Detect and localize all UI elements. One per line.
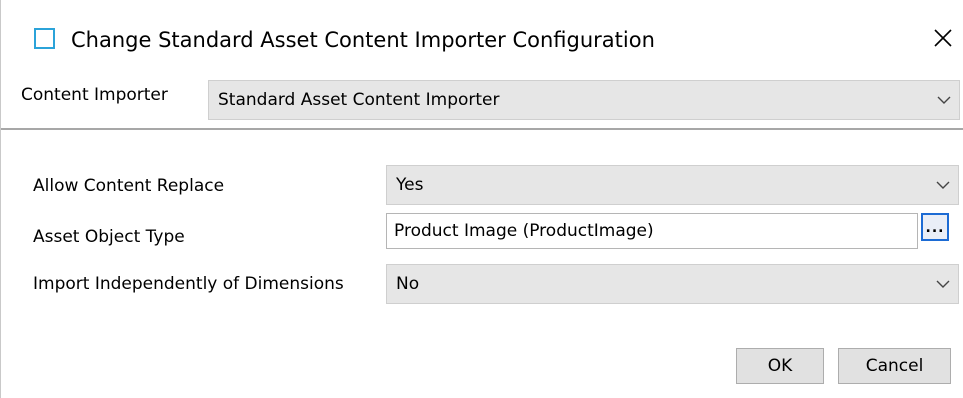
import-independently-value: No	[396, 274, 420, 294]
cancel-button[interactable]: Cancel	[838, 348, 951, 384]
dialog-window: Change Standard Asset Content Importer C…	[0, 0, 963, 398]
asset-object-type-value: Product Image (ProductImage)	[394, 221, 654, 241]
import-independently-select[interactable]: No	[386, 264, 959, 304]
asset-object-type-field[interactable]: Product Image (ProductImage)	[386, 213, 918, 249]
content-importer-value: Standard Asset Content Importer	[218, 90, 500, 110]
close-icon	[934, 29, 952, 47]
asset-object-type-label: Asset Object Type	[33, 227, 185, 247]
chevron-down-icon	[936, 280, 950, 290]
window-icon	[34, 28, 55, 49]
separator	[1, 128, 963, 131]
allow-content-replace-label: Allow Content Replace	[33, 176, 225, 196]
dialog-title: Change Standard Asset Content Importer C…	[71, 28, 655, 52]
ok-button[interactable]: OK	[736, 348, 824, 384]
import-independently-label: Import Independently of Dimensions	[33, 274, 344, 294]
title-bar: Change Standard Asset Content Importer C…	[1, 0, 963, 80]
browse-button-label: ...	[925, 220, 945, 236]
content-importer-select[interactable]: Standard Asset Content Importer	[208, 80, 960, 120]
cancel-button-label: Cancel	[865, 356, 924, 376]
allow-content-replace-select[interactable]: Yes	[386, 165, 959, 205]
close-button[interactable]	[927, 22, 959, 54]
content-importer-label: Content Importer	[21, 85, 168, 105]
allow-content-replace-value: Yes	[396, 175, 424, 195]
browse-button[interactable]: ...	[921, 213, 949, 241]
chevron-down-icon	[936, 181, 950, 191]
ok-button-label: OK	[767, 356, 793, 376]
chevron-down-icon	[937, 96, 951, 106]
